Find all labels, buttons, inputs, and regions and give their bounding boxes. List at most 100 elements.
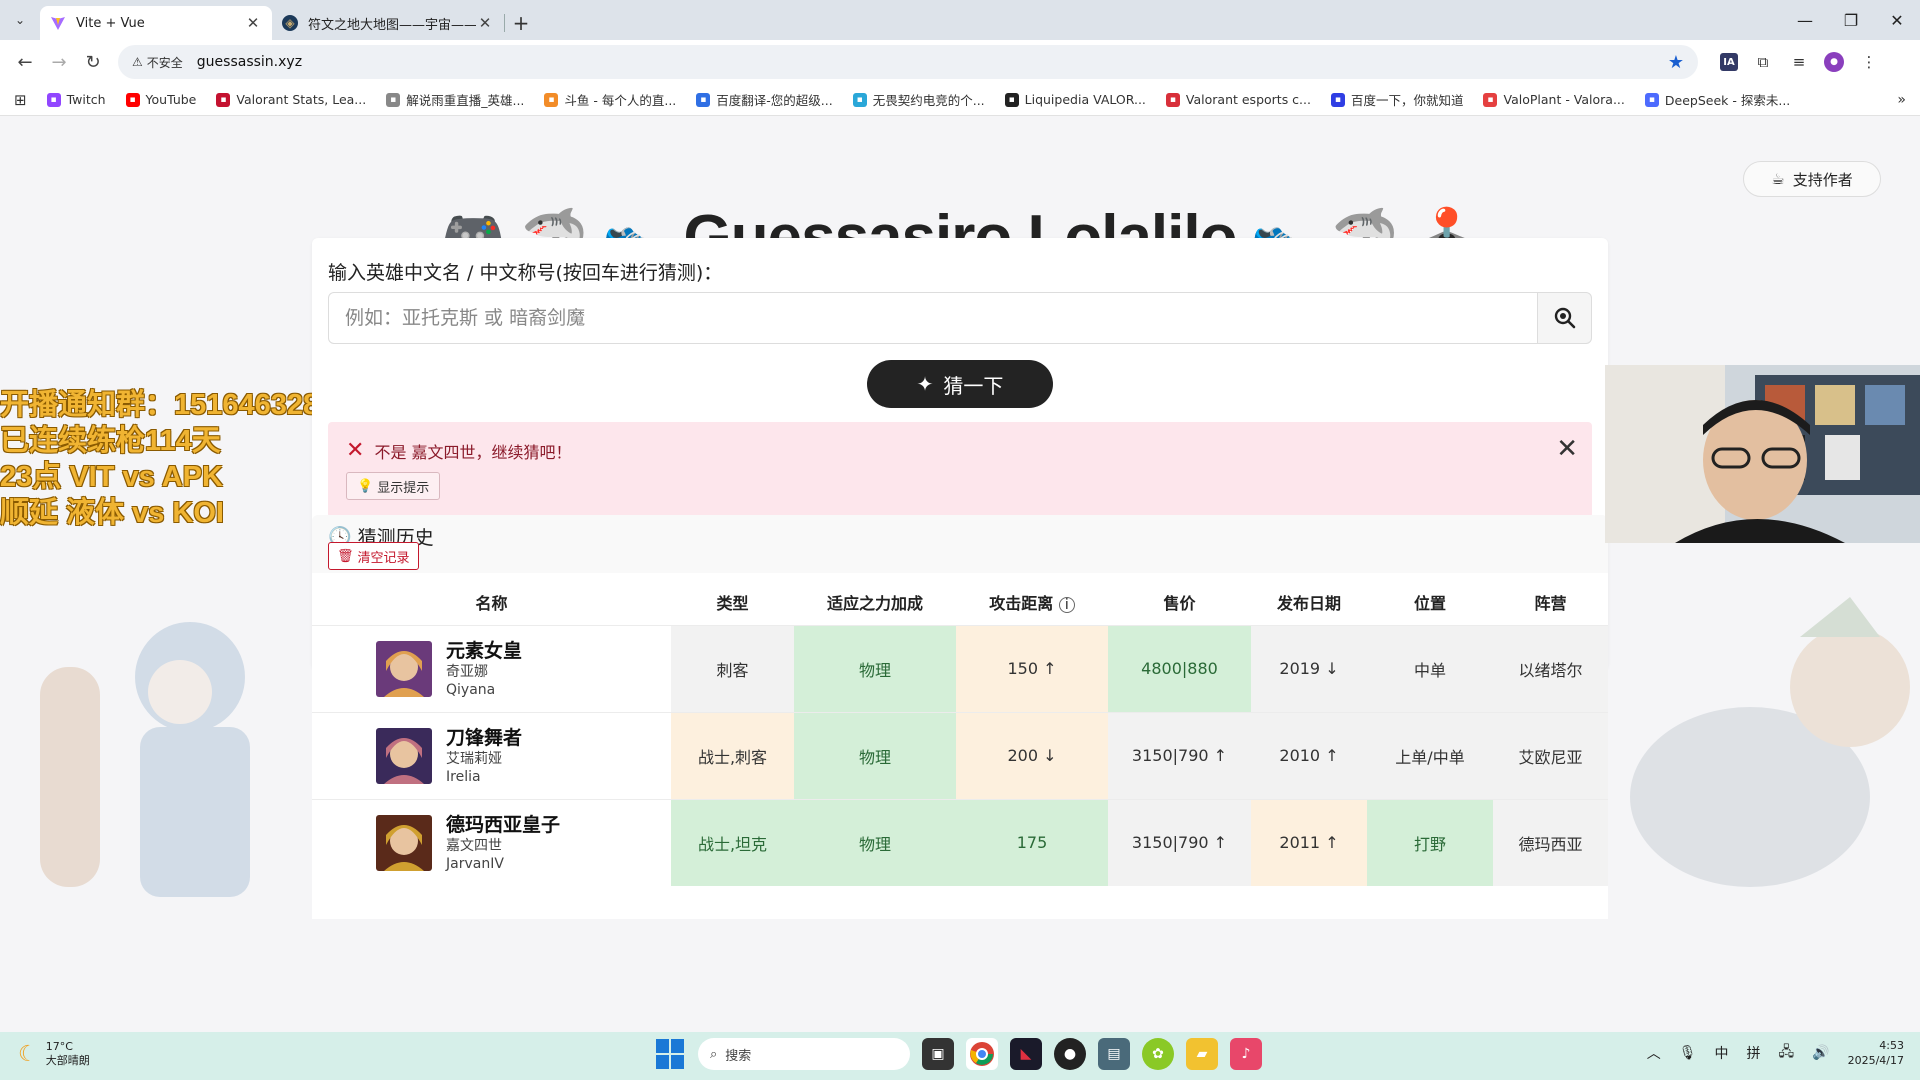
menu-kebab-icon[interactable]: ⋮ bbox=[1858, 51, 1880, 73]
hero-english-name: Qiyana bbox=[446, 681, 496, 698]
bookmarks-bar: ⊞ ▪ Twitch ▪ YouTube ▪ Valorant Stats, Lea...… bbox=[0, 84, 1920, 116]
new-tab-button[interactable]: + bbox=[505, 6, 537, 40]
magnifier-icon bbox=[1554, 307, 1575, 329]
tab-close-icon[interactable]: ✕ bbox=[244, 14, 262, 32]
volume-icon[interactable]: 🔊 bbox=[1812, 1045, 1829, 1061]
restore-icon[interactable]: ❐ bbox=[1828, 11, 1874, 30]
info-icon[interactable]: i bbox=[1058, 596, 1075, 613]
hero-search-input[interactable] bbox=[345, 307, 1521, 329]
media-app-icon[interactable]: ♪ bbox=[1230, 1038, 1262, 1070]
bookmark-favicon-icon: ▪ bbox=[1004, 92, 1019, 107]
start-button[interactable] bbox=[656, 1039, 686, 1069]
microphone-icon[interactable]: 🎙 bbox=[1679, 1045, 1697, 1061]
input-label: 输入英雄中文名 / 中文称号(按回车进行猜测)： bbox=[328, 262, 723, 284]
webcam-overlay-image bbox=[1605, 365, 1920, 543]
bookmark-favicon-icon: ▪ bbox=[544, 92, 559, 107]
cell-position: 打野 bbox=[1367, 798, 1493, 886]
back-button[interactable]: ← bbox=[8, 45, 42, 79]
table-row: 元素女皇 奇亚娜 Qiyana 刺客 物理 150 ↑ 4800|880 2019 ↓ 中单 以绪… bbox=[312, 624, 1608, 712]
bookmarks-overflow-icon[interactable]: » bbox=[1897, 92, 1906, 108]
show-hint-button[interactable]: 💡 显示提示 bbox=[346, 472, 441, 500]
tab-title: 符文之地大地图——宇宙—— bbox=[308, 17, 476, 33]
lightbulb-icon: 💡 bbox=[357, 478, 374, 494]
apps-grid-icon[interactable]: ⊞ bbox=[14, 91, 27, 109]
alert-close-icon[interactable]: ✕ bbox=[1556, 434, 1578, 464]
ia-extension-icon[interactable]: IA bbox=[1720, 53, 1738, 71]
profile-avatar[interactable]: ● bbox=[1824, 52, 1844, 72]
taskbar-apps: ⌕ 搜索 ▣ ◣ ● ▤ ✿ ▰ ♪ bbox=[656, 1038, 1262, 1070]
riot-app-icon[interactable]: ◣ bbox=[1010, 1038, 1042, 1070]
window-controls: — ❐ ✕ bbox=[1782, 0, 1920, 40]
bookmark-item[interactable]: ▪ 无畏契约电竞的个... bbox=[852, 90, 985, 109]
reload-button[interactable]: ↻ bbox=[76, 45, 110, 79]
tab-search-button[interactable]: ⌄ bbox=[0, 0, 40, 40]
extension-icons: IA ⧉ ≡ ● ⋮ bbox=[1720, 51, 1880, 73]
cell-faction: 德玛西亚 bbox=[1493, 798, 1608, 886]
bookmark-item[interactable]: ▪ 斗鱼 - 每个人的直... bbox=[544, 90, 676, 109]
taskbar-search[interactable]: ⌕ 搜索 bbox=[698, 1038, 910, 1070]
bookmark-star-icon[interactable]: ★ bbox=[1668, 52, 1684, 73]
background-character-right-illustration bbox=[1630, 597, 1910, 887]
file-explorer-icon[interactable]: ▰ bbox=[1186, 1038, 1218, 1070]
clock[interactable]: 4:53 2025/4/17 bbox=[1848, 1038, 1904, 1068]
browser-toolbar: ← → ↻ ⚠ 不安全 guessassin.xyz ★ IA ⧉ ≡ ● ⋮ bbox=[0, 40, 1920, 84]
monitor-app-icon[interactable]: ▤ bbox=[1098, 1038, 1130, 1070]
cell-release: 2010 ↑ bbox=[1251, 711, 1367, 799]
hero-name: 刀锋舞者 bbox=[446, 726, 523, 749]
bookmark-item[interactable]: ▪ Liquipedia VALOR... bbox=[1004, 90, 1146, 109]
task-view-icon[interactable]: ▣ bbox=[922, 1038, 954, 1070]
bookmark-favicon-icon: ▪ bbox=[1483, 92, 1498, 107]
extensions-puzzle-icon[interactable]: ⧉ bbox=[1752, 51, 1774, 73]
bookmark-item[interactable]: ▪ 百度翻译-您的超级... bbox=[696, 90, 833, 109]
hero-name: 元素女皇 bbox=[446, 639, 523, 662]
bookmark-favicon-icon: ▪ bbox=[1330, 92, 1345, 107]
hero-cell: 德玛西亚皇子 嘉文四世 JarvanIV bbox=[312, 798, 671, 886]
clear-history-button[interactable]: 🗑 清空记录 bbox=[328, 542, 419, 570]
reading-list-icon[interactable]: ≡ bbox=[1788, 51, 1810, 73]
close-window-icon[interactable]: ✕ bbox=[1874, 11, 1920, 30]
cell-price: 4800|880 bbox=[1108, 624, 1251, 712]
error-x-icon: ✕ bbox=[346, 438, 365, 463]
colorful-app-icon[interactable]: ✿ bbox=[1142, 1038, 1174, 1070]
moon-icon: ☾ bbox=[18, 1041, 38, 1067]
ime-mode[interactable]: 中 bbox=[1715, 1043, 1729, 1063]
col-position: 位置 bbox=[1367, 579, 1493, 625]
bookmark-favicon-icon: ▪ bbox=[696, 92, 711, 107]
bookmark-favicon-icon: ▪ bbox=[216, 92, 231, 107]
tab-map[interactable]: ◈ 符文之地大地图——宇宙—— ✕ bbox=[272, 6, 504, 40]
search-icon: ⌕ bbox=[710, 1046, 718, 1062]
tab-close-icon[interactable]: ✕ bbox=[476, 14, 494, 32]
bookmark-item[interactable]: ▪ 解说雨重直播_英雄... bbox=[386, 90, 524, 109]
tab-vite-vue[interactable]: Vite + Vue ✕ bbox=[40, 6, 272, 40]
bookmark-favicon-icon: ▪ bbox=[1165, 92, 1180, 107]
background-character-left-illustration bbox=[40, 622, 250, 897]
bookmark-item[interactable]: ▪ Twitch bbox=[46, 90, 106, 109]
network-icon[interactable]: 🖧 bbox=[1779, 1041, 1795, 1065]
trash-icon: 🗑 bbox=[337, 548, 354, 564]
minimize-icon[interactable]: — bbox=[1782, 11, 1828, 30]
bookmark-item[interactable]: ▪ ValoPlant - Valora... bbox=[1483, 90, 1625, 109]
guess-button[interactable]: ✦ 猜一下 bbox=[867, 360, 1053, 408]
bookmark-item[interactable]: ▪ DeepSeek - 探索未... bbox=[1644, 90, 1790, 109]
warning-icon: ⚠ bbox=[132, 55, 143, 69]
chevron-up-icon[interactable]: ︿ bbox=[1647, 1043, 1661, 1063]
hero-alias: 嘉文四世 bbox=[446, 837, 502, 854]
weather-widget[interactable]: ☾ 17°C 大部晴朗 bbox=[18, 1040, 90, 1068]
bookmark-item[interactable]: ▪ Valorant esports c... bbox=[1165, 90, 1311, 109]
bookmark-item[interactable]: ▪ 百度一下，你就知道 bbox=[1330, 90, 1463, 109]
ime-pinyin[interactable]: 拼 bbox=[1747, 1043, 1761, 1063]
chrome-icon[interactable] bbox=[966, 1038, 998, 1070]
address-bar[interactable]: ⚠ 不安全 guessassin.xyz ★ bbox=[118, 45, 1698, 79]
search-submit-button[interactable] bbox=[1538, 292, 1592, 344]
bookmark-favicon-icon: ▪ bbox=[1644, 92, 1659, 107]
forward-button[interactable]: → bbox=[42, 45, 76, 79]
vite-favicon-icon bbox=[50, 15, 66, 31]
hero-input-wrapper[interactable] bbox=[328, 292, 1538, 344]
bookmark-item[interactable]: ▪ Valorant Stats, Lea... bbox=[216, 90, 366, 109]
sparkle-icon: ✦ bbox=[916, 372, 934, 396]
col-range: 攻击距离 i bbox=[956, 579, 1108, 625]
support-author-button[interactable]: ☕ 支持作者 bbox=[1743, 161, 1881, 197]
bookmark-item[interactable]: ▪ YouTube bbox=[125, 90, 196, 109]
security-indicator[interactable]: ⚠ 不安全 bbox=[132, 54, 183, 71]
obs-icon[interactable]: ● bbox=[1054, 1038, 1086, 1070]
